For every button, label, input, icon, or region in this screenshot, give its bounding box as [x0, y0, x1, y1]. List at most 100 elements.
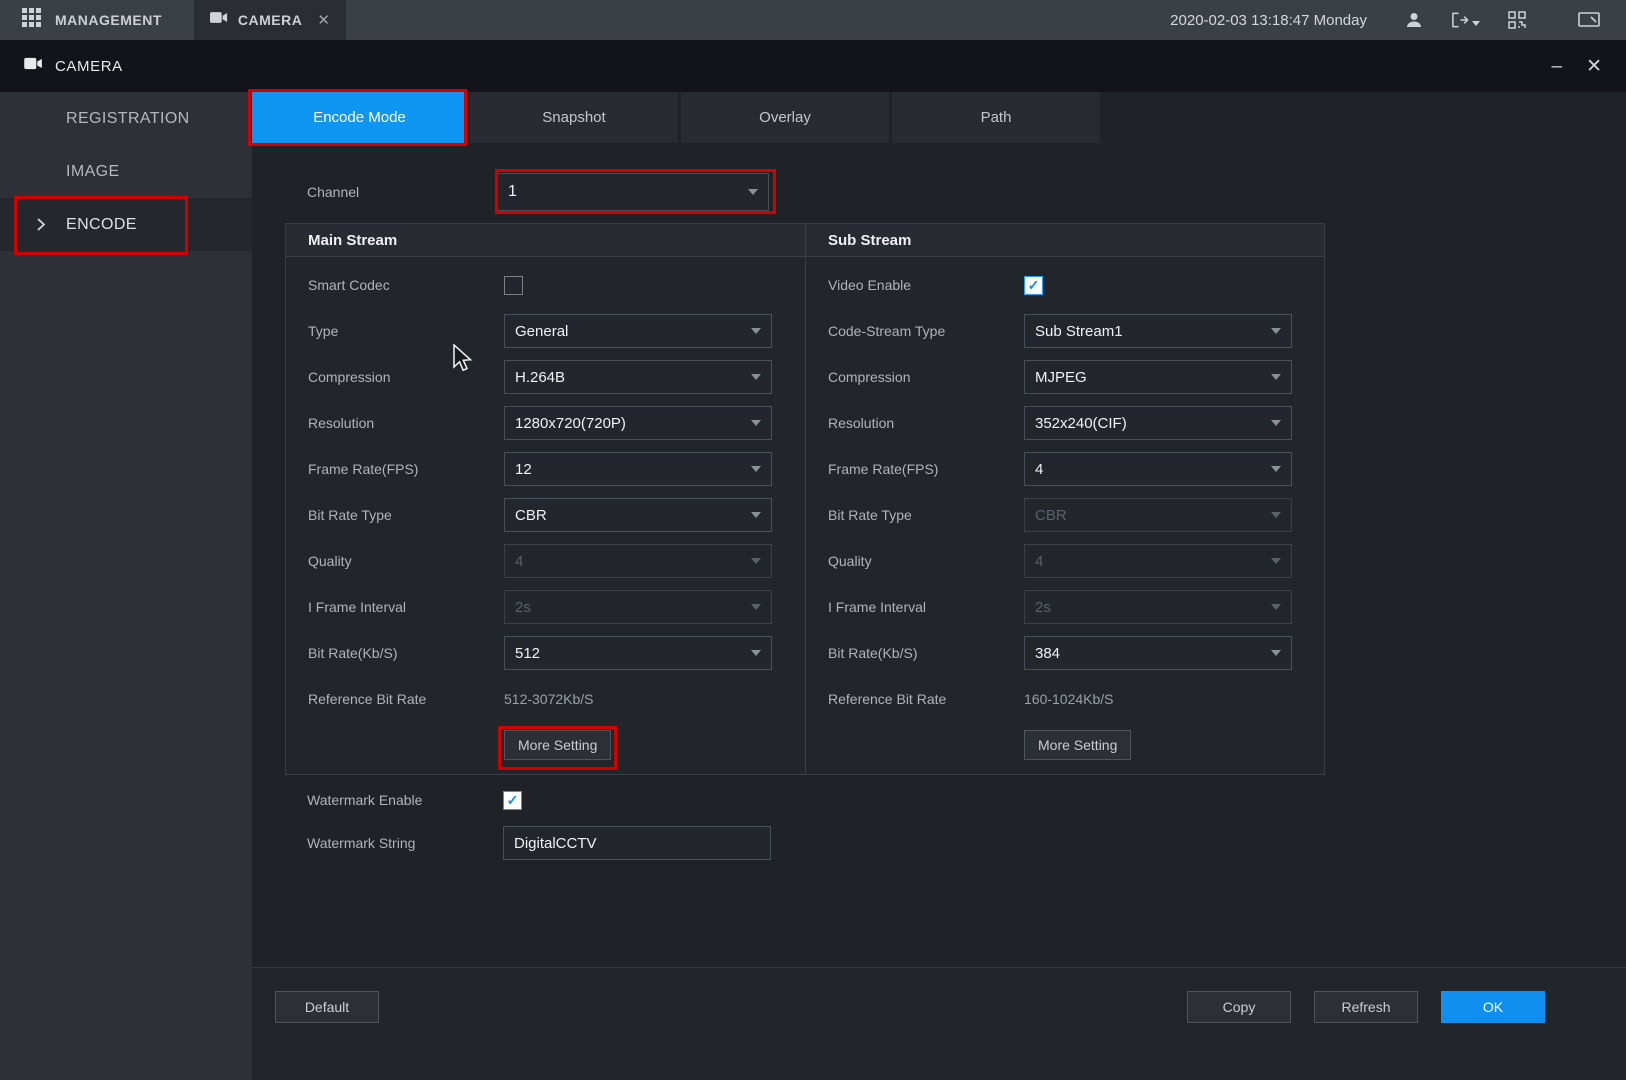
channel-row: Channel 1 — [307, 173, 769, 211]
field-label: Type — [308, 323, 504, 339]
sub-more-setting-button[interactable]: More Setting — [1024, 730, 1131, 760]
logout-icon[interactable] — [1451, 12, 1480, 28]
panel-title: Main Stream — [308, 232, 397, 249]
field-label: Bit Rate Type — [828, 507, 1024, 523]
sidebar-item-encode[interactable]: ENCODE — [0, 198, 252, 251]
main-compression-dropdown[interactable]: H.264B — [504, 360, 772, 394]
field-label: Code-Stream Type — [828, 323, 1024, 339]
main-i-frame-interval-dropdown: 2s — [504, 590, 772, 624]
main-more-setting-button[interactable]: More Setting — [504, 730, 611, 760]
field-row: Bit Rate Type CBR — [286, 492, 805, 538]
tab-encode-mode[interactable]: Encode Mode — [252, 92, 467, 143]
field-label: Bit Rate Type — [308, 507, 504, 523]
close-button[interactable]: ✕ — [1586, 57, 1602, 76]
sidebar-item-label: ENCODE — [66, 216, 137, 234]
camera-tab-label: CAMERA — [238, 12, 302, 28]
watermark-string-input[interactable] — [503, 826, 771, 860]
main-content: Encode Mode Snapshot Overlay Path Channe… — [252, 92, 1626, 1080]
field-label: Bit Rate(Kb/S) — [828, 645, 1024, 661]
chevron-down-icon — [1271, 420, 1281, 426]
field-label: Smart Codec — [308, 277, 504, 293]
dropdown-value: H.264B — [515, 369, 565, 386]
main-bit-rate-dropdown[interactable]: 512 — [504, 636, 772, 670]
dropdown-value: 2s — [515, 599, 531, 616]
field-row: Reference Bit Rate 512-3072Kb/S — [286, 676, 805, 722]
tab-overlay[interactable]: Overlay — [681, 92, 889, 143]
dropdown-value: Sub Stream1 — [1035, 323, 1123, 340]
chevron-down-icon — [1271, 512, 1281, 518]
tab-bar: Encode Mode Snapshot Overlay Path — [252, 92, 1626, 143]
smart-codec-checkbox[interactable] — [504, 276, 523, 295]
field-row: Code-Stream Type Sub Stream1 — [806, 308, 1324, 354]
tab-snapshot[interactable]: Snapshot — [470, 92, 678, 143]
field-row: Bit Rate(Kb/S) 512 — [286, 630, 805, 676]
sub-stream-header: Sub Stream — [806, 224, 1324, 257]
tab-label: Encode Mode — [313, 109, 406, 126]
chevron-down-icon — [1271, 374, 1281, 380]
main-resolution-dropdown[interactable]: 1280x720(720P) — [504, 406, 772, 440]
channel-label: Channel — [307, 184, 497, 200]
field-label: Quality — [308, 553, 504, 569]
field-row: Resolution 1280x720(720P) — [286, 400, 805, 446]
chevron-down-icon — [1271, 328, 1281, 334]
tab-path[interactable]: Path — [892, 92, 1100, 143]
chevron-down-icon — [1472, 21, 1480, 26]
chevron-down-icon — [751, 466, 761, 472]
field-label: Watermark String — [307, 835, 503, 851]
dropdown-value: 2s — [1035, 599, 1051, 616]
field-row: Resolution 352x240(CIF) — [806, 400, 1324, 446]
field-row: More Setting — [806, 722, 1324, 768]
sub-bit-rate-dropdown[interactable]: 384 — [1024, 636, 1292, 670]
main-bit-rate-type-dropdown[interactable]: CBR — [504, 498, 772, 532]
field-label: Reference Bit Rate — [308, 691, 504, 707]
field-label: Quality — [828, 553, 1024, 569]
main-frame-rate-dropdown[interactable]: 12 — [504, 452, 772, 486]
field-label: Resolution — [828, 415, 1024, 431]
channel-dropdown[interactable]: 1 — [497, 173, 769, 211]
field-label: Compression — [828, 369, 1024, 385]
user-icon[interactable] — [1405, 11, 1423, 29]
chevron-down-icon — [751, 558, 761, 564]
chevron-down-icon — [751, 604, 761, 610]
field-row: Compression H.264B — [286, 354, 805, 400]
watermark-enable-row: Watermark Enable — [307, 780, 522, 820]
field-label: Bit Rate(Kb/S) — [308, 645, 504, 661]
dropdown-value: 4 — [515, 553, 523, 570]
main-type-dropdown[interactable]: General — [504, 314, 772, 348]
camera-tab-close-icon[interactable]: ✕ — [317, 11, 330, 29]
apps-grid-icon — [22, 8, 41, 32]
window-title-bar: CAMERA – ✕ — [0, 40, 1626, 92]
chevron-down-icon — [751, 420, 761, 426]
chevron-down-icon — [751, 650, 761, 656]
refresh-button[interactable]: Refresh — [1314, 991, 1418, 1023]
ok-button[interactable]: OK — [1441, 991, 1545, 1023]
qr-code-icon[interactable] — [1508, 11, 1526, 29]
chevron-down-icon — [1271, 466, 1281, 472]
screen: MANAGEMENT CAMERA ✕ 2020-02-03 13:18:47 … — [0, 0, 1626, 1080]
dropdown-value: General — [515, 323, 568, 340]
default-button[interactable]: Default — [275, 991, 379, 1023]
video-enable-checkbox[interactable] — [1024, 276, 1043, 295]
copy-button[interactable]: Copy — [1187, 991, 1291, 1023]
chevron-right-icon — [37, 218, 45, 236]
field-row: Bit Rate(Kb/S) 384 — [806, 630, 1324, 676]
window-title: CAMERA — [55, 58, 123, 75]
field-label: Video Enable — [828, 277, 1024, 293]
watermark-enable-checkbox[interactable] — [503, 791, 522, 810]
dropdown-value: 512 — [515, 645, 540, 662]
minimize-button[interactable]: – — [1552, 57, 1563, 76]
sub-quality-dropdown: 4 — [1024, 544, 1292, 578]
sub-frame-rate-dropdown[interactable]: 4 — [1024, 452, 1292, 486]
management-menu[interactable]: MANAGEMENT — [0, 0, 184, 40]
sidebar-item-registration[interactable]: REGISTRATION — [0, 92, 252, 145]
sub-compression-dropdown[interactable]: MJPEG — [1024, 360, 1292, 394]
sub-code-stream-type-dropdown[interactable]: Sub Stream1 — [1024, 314, 1292, 348]
sub-resolution-dropdown[interactable]: 352x240(CIF) — [1024, 406, 1292, 440]
main-stream-body: Smart Codec Type General Compression — [286, 257, 805, 774]
main-stream-panel: Main Stream Smart Codec Type General — [286, 224, 805, 774]
sidebar-item-image[interactable]: IMAGE — [0, 145, 252, 198]
monitor-icon[interactable] — [1578, 12, 1600, 29]
camera-tab[interactable]: CAMERA ✕ — [194, 0, 346, 40]
field-row: Video Enable — [806, 262, 1324, 308]
sidebar-item-label: REGISTRATION — [66, 110, 190, 128]
